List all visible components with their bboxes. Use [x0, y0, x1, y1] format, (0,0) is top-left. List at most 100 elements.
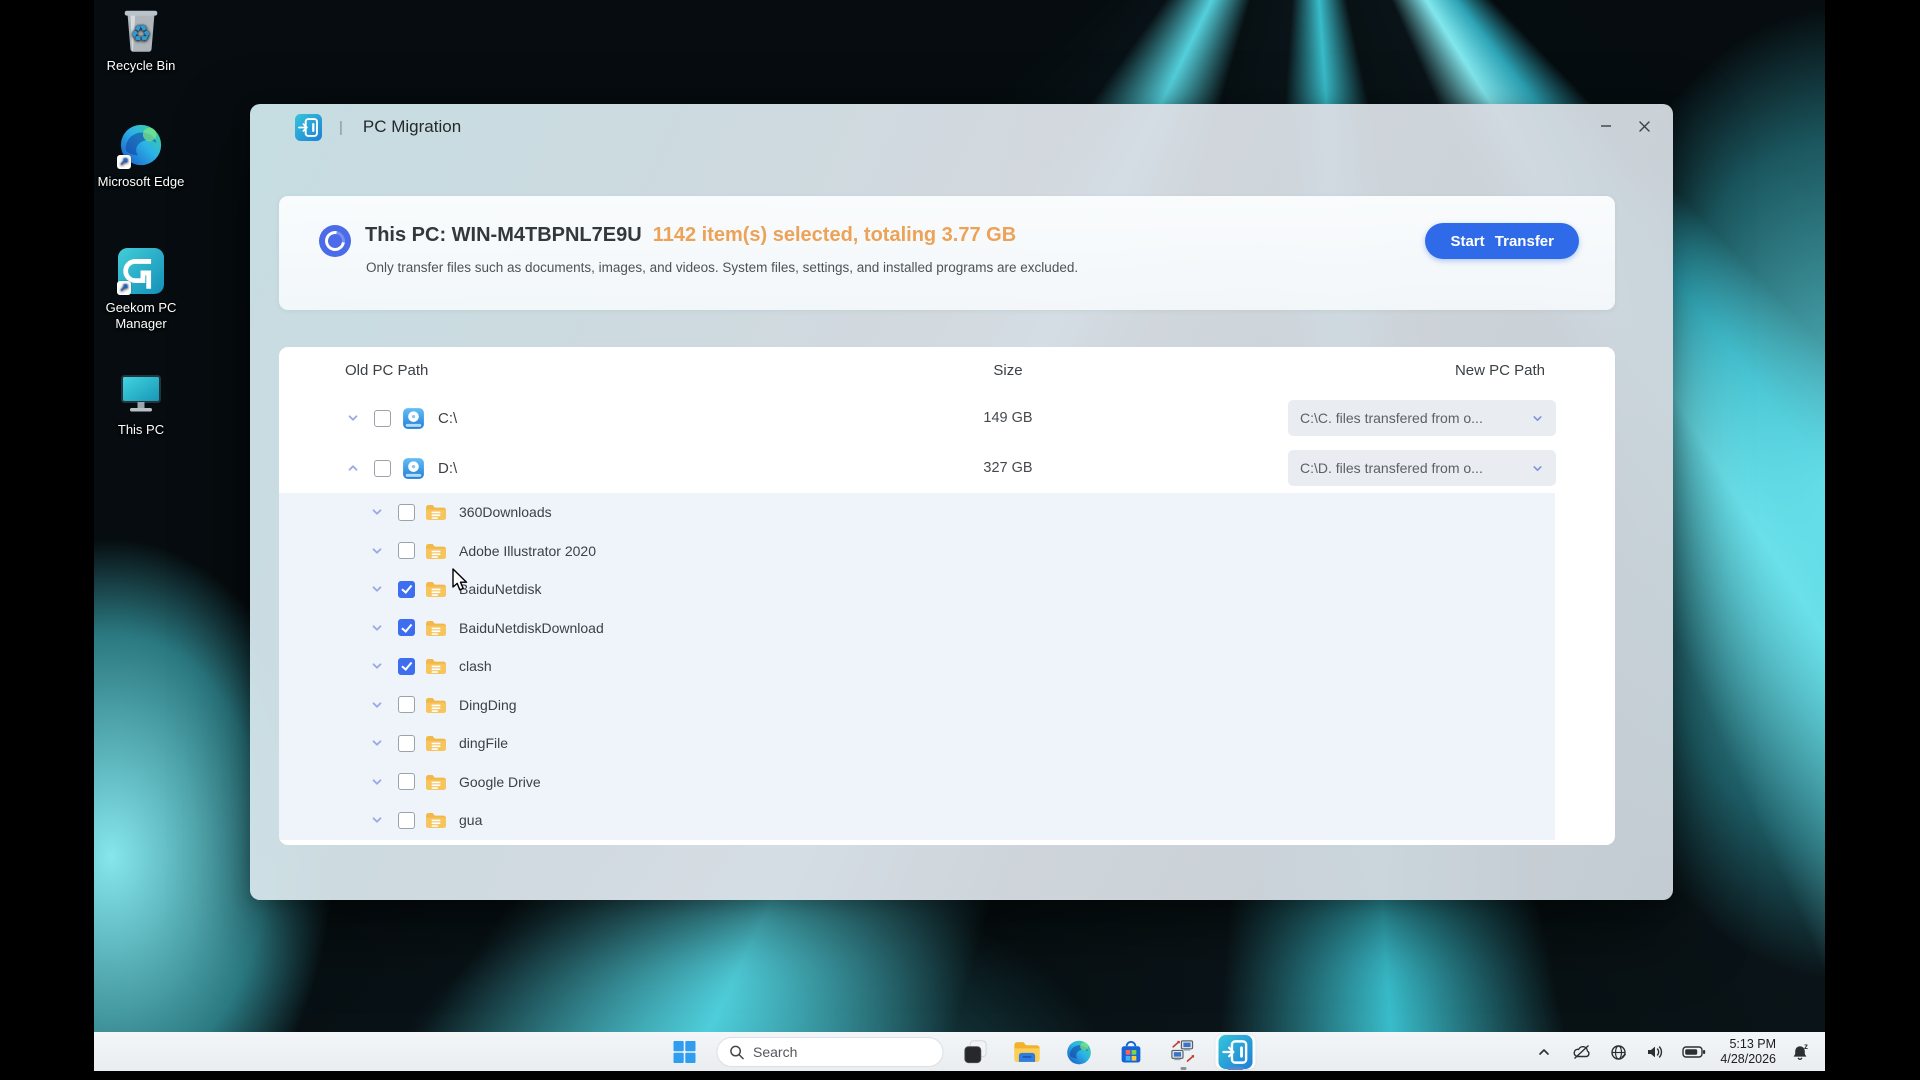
folder-row[interactable]: DingDing — [279, 686, 1555, 725]
migration-tool-icon — [1170, 1039, 1197, 1065]
dropdown-chevron-icon — [1531, 462, 1544, 475]
this-pc-label: This PC: WIN-M4TBPNL7E9U — [365, 224, 642, 246]
mouse-cursor — [450, 568, 472, 594]
minimize-icon — [1599, 119, 1613, 133]
start-button[interactable] — [664, 1035, 704, 1069]
folder-icon — [425, 619, 447, 637]
drive-icon — [401, 406, 426, 431]
close-icon — [1638, 120, 1651, 133]
taskbar-app-store[interactable] — [1111, 1035, 1151, 1069]
sync-progress-icon — [319, 225, 351, 257]
column-new-pc-path: New PC Path — [1455, 362, 1545, 379]
chevron-down-icon[interactable] — [370, 775, 384, 789]
checkbox-unchecked[interactable] — [374, 460, 391, 477]
chevron-up-icon — [1537, 1045, 1551, 1059]
drive-label: C:\ — [438, 410, 457, 427]
folder-icon — [425, 734, 447, 752]
selection-summary: 1142 item(s) selected, totaling 3.77 GB — [653, 224, 1016, 246]
search-input[interactable]: Search — [716, 1037, 943, 1067]
window-titlebar: | PC Migration — [250, 104, 1673, 150]
network-globe-icon[interactable] — [1605, 1035, 1631, 1069]
checkbox-unchecked[interactable] — [398, 735, 415, 752]
svg-text:z: z — [1804, 1042, 1808, 1051]
transfer-summary-banner: This PC: WIN-M4TBPNL7E9U 1142 item(s) sel… — [279, 196, 1615, 310]
taskbar-app-edge[interactable] — [1059, 1035, 1099, 1069]
titlebar-separator: | — [339, 119, 343, 136]
volume-icon[interactable] — [1642, 1035, 1668, 1069]
chevron-down-icon[interactable] — [370, 582, 384, 596]
destination-dropdown[interactable]: C:\D. files transfered from o... — [1288, 450, 1556, 486]
chevron-down-icon[interactable] — [370, 698, 384, 712]
checkbox-unchecked[interactable] — [398, 504, 415, 521]
taskbar-app-file-explorer[interactable] — [1007, 1035, 1047, 1069]
hidden-icons-chevron[interactable] — [1531, 1035, 1557, 1069]
task-view-icon — [962, 1039, 988, 1065]
desktop-icon-microsoft-edge[interactable]: ↗Microsoft Edge — [96, 120, 186, 190]
migration-table: Old PC Path Size New PC Path C:\149 GB C… — [279, 347, 1615, 845]
search-icon — [729, 1045, 744, 1060]
folder-row[interactable]: gua — [279, 801, 1555, 840]
folder-icon — [425, 773, 447, 791]
windows-logo-icon — [673, 1041, 695, 1063]
drive-size: 327 GB — [968, 460, 1048, 476]
chevron-down-icon[interactable] — [370, 736, 384, 750]
folder-row[interactable]: clash — [279, 647, 1555, 686]
taskbar-app-task-view[interactable] — [955, 1035, 995, 1069]
checkbox-checked[interactable] — [398, 581, 415, 598]
checkbox-unchecked[interactable] — [398, 773, 415, 790]
pc-migration-logo-icon — [295, 114, 322, 141]
chevron-down-icon[interactable] — [370, 813, 384, 827]
expanded-folder-list: 360Downloads Adobe Illustrator 2020 Baid… — [279, 493, 1555, 840]
folder-row[interactable]: Adobe Illustrator 2020 — [279, 532, 1555, 571]
desktop-icon-geekom-pc-manager[interactable]: ↗ Geekom PC Manager — [96, 246, 186, 332]
checkbox-unchecked[interactable] — [398, 542, 415, 559]
folder-row[interactable]: Google Drive — [279, 763, 1555, 802]
folder-icon — [425, 503, 447, 521]
checkbox-checked[interactable] — [398, 619, 415, 636]
tray-time: 5:13 PM — [1720, 1037, 1776, 1052]
checkbox-unchecked[interactable] — [398, 812, 415, 829]
notification-bell-dnd-icon[interactable]: z — [1787, 1035, 1815, 1069]
cloud-status-icon[interactable] — [1568, 1035, 1594, 1069]
pc-migration-app-icon — [295, 114, 322, 141]
battery-icon[interactable] — [1679, 1035, 1709, 1069]
chevron-down-icon[interactable] — [370, 505, 384, 519]
tray-date: 4/28/2026 — [1720, 1052, 1776, 1067]
window-title: PC Migration — [363, 117, 461, 137]
taskbar: Search — [94, 1032, 1825, 1071]
checkbox-checked[interactable] — [398, 658, 415, 675]
desktop-icon-label: Geekom PC Manager — [96, 300, 186, 332]
folder-icon — [425, 580, 447, 598]
clock[interactable]: 5:13 PM 4/28/2026 — [1720, 1037, 1776, 1067]
chevron-down-icon[interactable] — [370, 659, 384, 673]
folder-row[interactable]: BaiduNetdiskDownload — [279, 609, 1555, 648]
folder-icon — [425, 696, 447, 714]
minimize-button[interactable] — [1587, 106, 1625, 146]
system-tray: 5:13 PM 4/28/2026 z — [1531, 1033, 1815, 1071]
chevron-down-icon[interactable] — [370, 544, 384, 558]
drive-size: 149 GB — [968, 410, 1048, 426]
taskbar-app-migration-tool[interactable] — [1163, 1035, 1203, 1069]
chevron-down-icon[interactable] — [346, 411, 360, 425]
taskbar-app-pc-manager[interactable] — [1215, 1035, 1255, 1069]
folder-row[interactable]: dingFile — [279, 724, 1555, 763]
drive-row[interactable]: D:\327 GB C:\D. files transfered from o.… — [279, 443, 1615, 493]
drive-row[interactable]: C:\ 149 GB C:\C. files transfered from o.… — [279, 393, 1615, 443]
shortcut-arrow-icon: ↗ — [117, 281, 131, 295]
destination-value: C:\C. files transfered from o... — [1300, 410, 1531, 426]
checkbox-unchecked[interactable] — [398, 696, 415, 713]
folder-label: dingFile — [459, 735, 508, 751]
folder-label: DingDing — [459, 697, 517, 713]
checkbox-unchecked[interactable] — [374, 410, 391, 427]
start-transfer-button[interactable]: Start Transfer — [1425, 223, 1579, 259]
pc-migration-window: | PC Migration This PC: WIN-M4TBPNL7E9U 1… — [250, 104, 1673, 900]
chevron-up-icon[interactable] — [346, 461, 360, 475]
folder-row[interactable]: 360Downloads — [279, 493, 1555, 532]
desktop-icon-recycle-bin[interactable]: ♻Recycle Bin — [96, 4, 186, 74]
desktop-icon-this-pc[interactable]: This PC — [96, 368, 186, 438]
chevron-down-icon[interactable] — [370, 621, 384, 635]
edge-icon — [1066, 1039, 1093, 1066]
folder-label: clash — [459, 658, 492, 674]
destination-dropdown[interactable]: C:\C. files transfered from o... — [1288, 400, 1556, 436]
close-button[interactable] — [1625, 106, 1663, 146]
